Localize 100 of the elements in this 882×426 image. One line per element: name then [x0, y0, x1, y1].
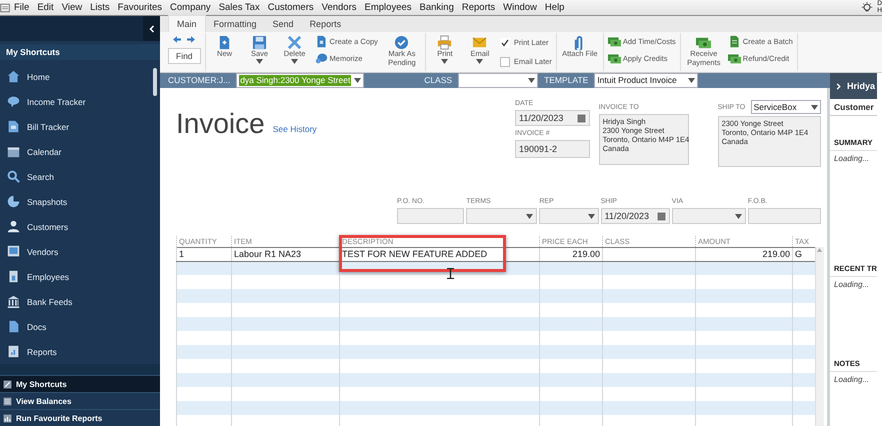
text-cursor-icon — [447, 268, 454, 279]
checkbox[interactable] — [500, 56, 510, 66]
menu-item[interactable]: Company — [166, 0, 215, 15]
date-field[interactable]: 11/20/2023 — [515, 110, 590, 126]
find-button[interactable]: Find — [168, 48, 201, 64]
money-icon — [696, 35, 712, 50]
sidebar-item[interactable]: Home — [27, 72, 50, 82]
dropdown-field[interactable] — [466, 208, 538, 224]
panel-tab[interactable]: Customer — [830, 99, 877, 116]
dropdown-field[interactable] — [672, 208, 746, 224]
class-dropdown[interactable] — [458, 73, 538, 88]
menu-item[interactable]: Window — [499, 0, 541, 15]
menu-item[interactable]: Help — [540, 0, 568, 15]
ribbon-tab[interactable]: Send — [264, 16, 302, 32]
bar-chart-icon — [3, 414, 12, 422]
sidebar-item[interactable]: Bank Feeds — [27, 296, 72, 307]
loading-text: Loading... — [833, 153, 870, 164]
menu-item[interactable]: Employees — [360, 0, 416, 15]
caret-icon — [441, 58, 448, 64]
list-icon — [3, 396, 12, 406]
sidebar-item[interactable]: Employees — [27, 272, 70, 282]
caret-icon — [476, 58, 484, 64]
ribbon-tab[interactable]: Formatting — [206, 16, 265, 32]
template-dropdown[interactable]: Intuit Product Invoice — [594, 73, 698, 88]
menu-item[interactable]: Sales Tax — [214, 0, 264, 15]
caret-icon — [588, 214, 595, 218]
back-arrow-icon — [172, 35, 182, 44]
ship-to-dropdown[interactable]: ServiceBox — [750, 100, 821, 114]
field-label: CUSTOMER:J... — [168, 75, 230, 86]
resize-handle[interactable] — [0, 364, 160, 375]
sidebar-item[interactable]: Vendors — [27, 246, 58, 257]
caret-icon — [528, 78, 536, 83]
caret-icon — [256, 58, 264, 64]
menu-item[interactable]: Banking — [416, 0, 458, 15]
chevron-left-icon — [148, 24, 156, 32]
invoice-number-field[interactable]: 190091-2 — [515, 140, 590, 158]
sidebar-item[interactable]: Calendar — [27, 146, 62, 157]
ribbon-tab[interactable]: Reports — [302, 16, 350, 32]
chevron-right-icon — [835, 82, 842, 90]
field-label: CLASS — [424, 75, 452, 86]
sidebar-item[interactable]: Snapshots — [27, 196, 68, 207]
x-icon — [287, 35, 302, 50]
money-icon — [608, 35, 621, 48]
menu-item[interactable]: Customers — [264, 0, 318, 15]
board-icon — [7, 245, 20, 258]
money-icon — [608, 52, 621, 65]
sidebar-item[interactable]: Bill Tracker — [27, 122, 70, 132]
sidebar-item[interactable]: Reports — [27, 346, 57, 357]
check-circle-icon — [394, 35, 410, 50]
house-icon — [7, 70, 20, 84]
lightbulb-icon — [861, 2, 874, 14]
pie-chart-icon — [7, 195, 20, 208]
ribbon-tab[interactable]: Main — [168, 15, 206, 32]
sidebar-item[interactable]: Income Tracker — [27, 96, 86, 107]
loading-text: Loading... — [833, 374, 870, 385]
input-field[interactable] — [397, 208, 464, 224]
field-label: TEMPLATE — [544, 75, 588, 86]
document-icon — [728, 35, 741, 48]
caret-icon — [291, 58, 298, 64]
sidebar-item[interactable]: Customers — [27, 222, 68, 232]
menu-item[interactable]: Favourites — [114, 0, 166, 15]
caret-icon — [734, 214, 742, 218]
input-field[interactable] — [748, 208, 821, 224]
report-icon — [7, 345, 20, 358]
menu-item[interactable]: Lists — [86, 0, 114, 15]
forward-arrow-icon — [186, 35, 196, 44]
search-icon — [7, 170, 20, 184]
caret-icon — [811, 104, 818, 110]
menu-item[interactable]: View — [58, 0, 86, 15]
see-history-link[interactable]: See History — [272, 124, 317, 134]
printer-icon — [437, 35, 452, 50]
person-icon — [7, 220, 20, 234]
id-badge-icon — [7, 270, 20, 284]
menu-item[interactable]: Edit — [33, 0, 58, 15]
sidebar-item[interactable]: Docs — [27, 322, 46, 332]
shortcut-icon — [3, 380, 12, 388]
copy-icon — [314, 35, 328, 48]
money-icon — [728, 52, 741, 65]
dropdown-field[interactable] — [539, 208, 599, 224]
checkbox[interactable] — [500, 38, 510, 48]
envelope-icon — [472, 35, 488, 50]
sidebar-section[interactable]: Run Favourite Reports — [0, 409, 160, 426]
document-icon — [7, 320, 20, 334]
menu-item[interactable]: File — [10, 0, 34, 15]
document-icon — [7, 120, 20, 134]
sidebar-section[interactable]: My Shortcuts — [0, 375, 160, 392]
menu-item[interactable]: Vendors — [318, 0, 361, 15]
caret-icon — [688, 78, 696, 83]
table-cell[interactable]: 1 — [179, 248, 184, 259]
loading-text: Loading... — [833, 278, 870, 290]
menu-item[interactable]: Reports — [458, 0, 500, 15]
caret-icon — [526, 214, 534, 218]
scroll-thumb[interactable] — [153, 68, 157, 96]
window-icon — [0, 2, 10, 12]
panel-title: Hridya — [847, 80, 876, 92]
sidebar-item[interactable]: Search — [27, 172, 54, 182]
date-field[interactable]: 11/20/2023 — [600, 208, 670, 224]
caret-icon — [354, 78, 362, 83]
collapse-button[interactable] — [143, 16, 160, 41]
scroll-up-icon — [816, 247, 824, 253]
